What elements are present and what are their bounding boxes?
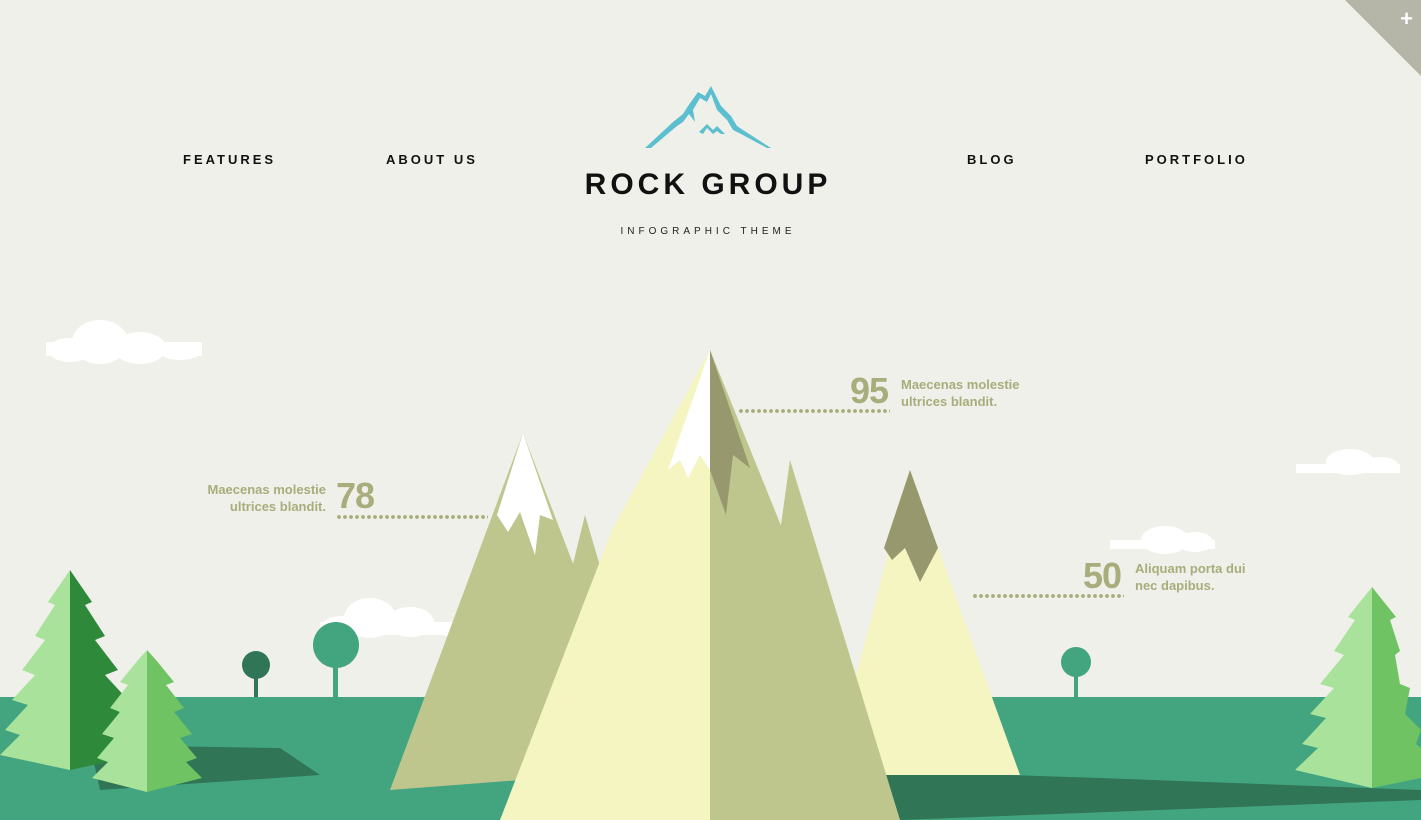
- dotted-leader: [336, 515, 488, 519]
- stat-line: nec dapibus.: [1135, 578, 1215, 593]
- logo-subtitle: INFOGRAPHIC THEME: [620, 226, 796, 237]
- stat-line: Aliquam porta dui: [1135, 561, 1246, 576]
- stat-description: Maecenas molestie ultrices blandit.: [176, 481, 326, 515]
- nav-link-blog[interactable]: BLOG: [967, 152, 1017, 167]
- dotted-leader: [738, 409, 890, 413]
- stat-value: 78: [336, 475, 375, 516]
- mountain-icon: [645, 86, 771, 148]
- pine-tree: [1295, 587, 1421, 788]
- stat-line: Maecenas molestie: [901, 377, 1020, 392]
- stat-line: Maecenas molestie: [207, 482, 326, 497]
- round-tree: [1061, 647, 1091, 697]
- round-tree: [313, 622, 359, 697]
- nav-link-portfolio[interactable]: PORTFOLIO: [1145, 152, 1248, 167]
- cloud: [46, 320, 202, 364]
- cloud: [1110, 526, 1215, 554]
- stat-description: Maecenas molestie ultrices blandit.: [901, 376, 1051, 410]
- corner-menu-button[interactable]: +: [1345, 0, 1421, 76]
- round-tree: [242, 651, 270, 697]
- plus-icon: +: [1400, 6, 1413, 31]
- stat-description: Aliquam porta dui nec dapibus.: [1135, 560, 1285, 594]
- cloud: [1296, 449, 1400, 475]
- logo-title: ROCK GROUP: [584, 168, 832, 201]
- dotted-leader: [972, 594, 1124, 598]
- nav-link-features[interactable]: FEATURES: [183, 152, 276, 167]
- stat-value: 95: [850, 370, 889, 411]
- stat-value: 50: [1083, 555, 1122, 596]
- stat-line: ultrices blandit.: [901, 394, 998, 409]
- nav-link-about-us[interactable]: ABOUT US: [386, 152, 478, 167]
- stat-line: ultrices blandit.: [229, 499, 326, 514]
